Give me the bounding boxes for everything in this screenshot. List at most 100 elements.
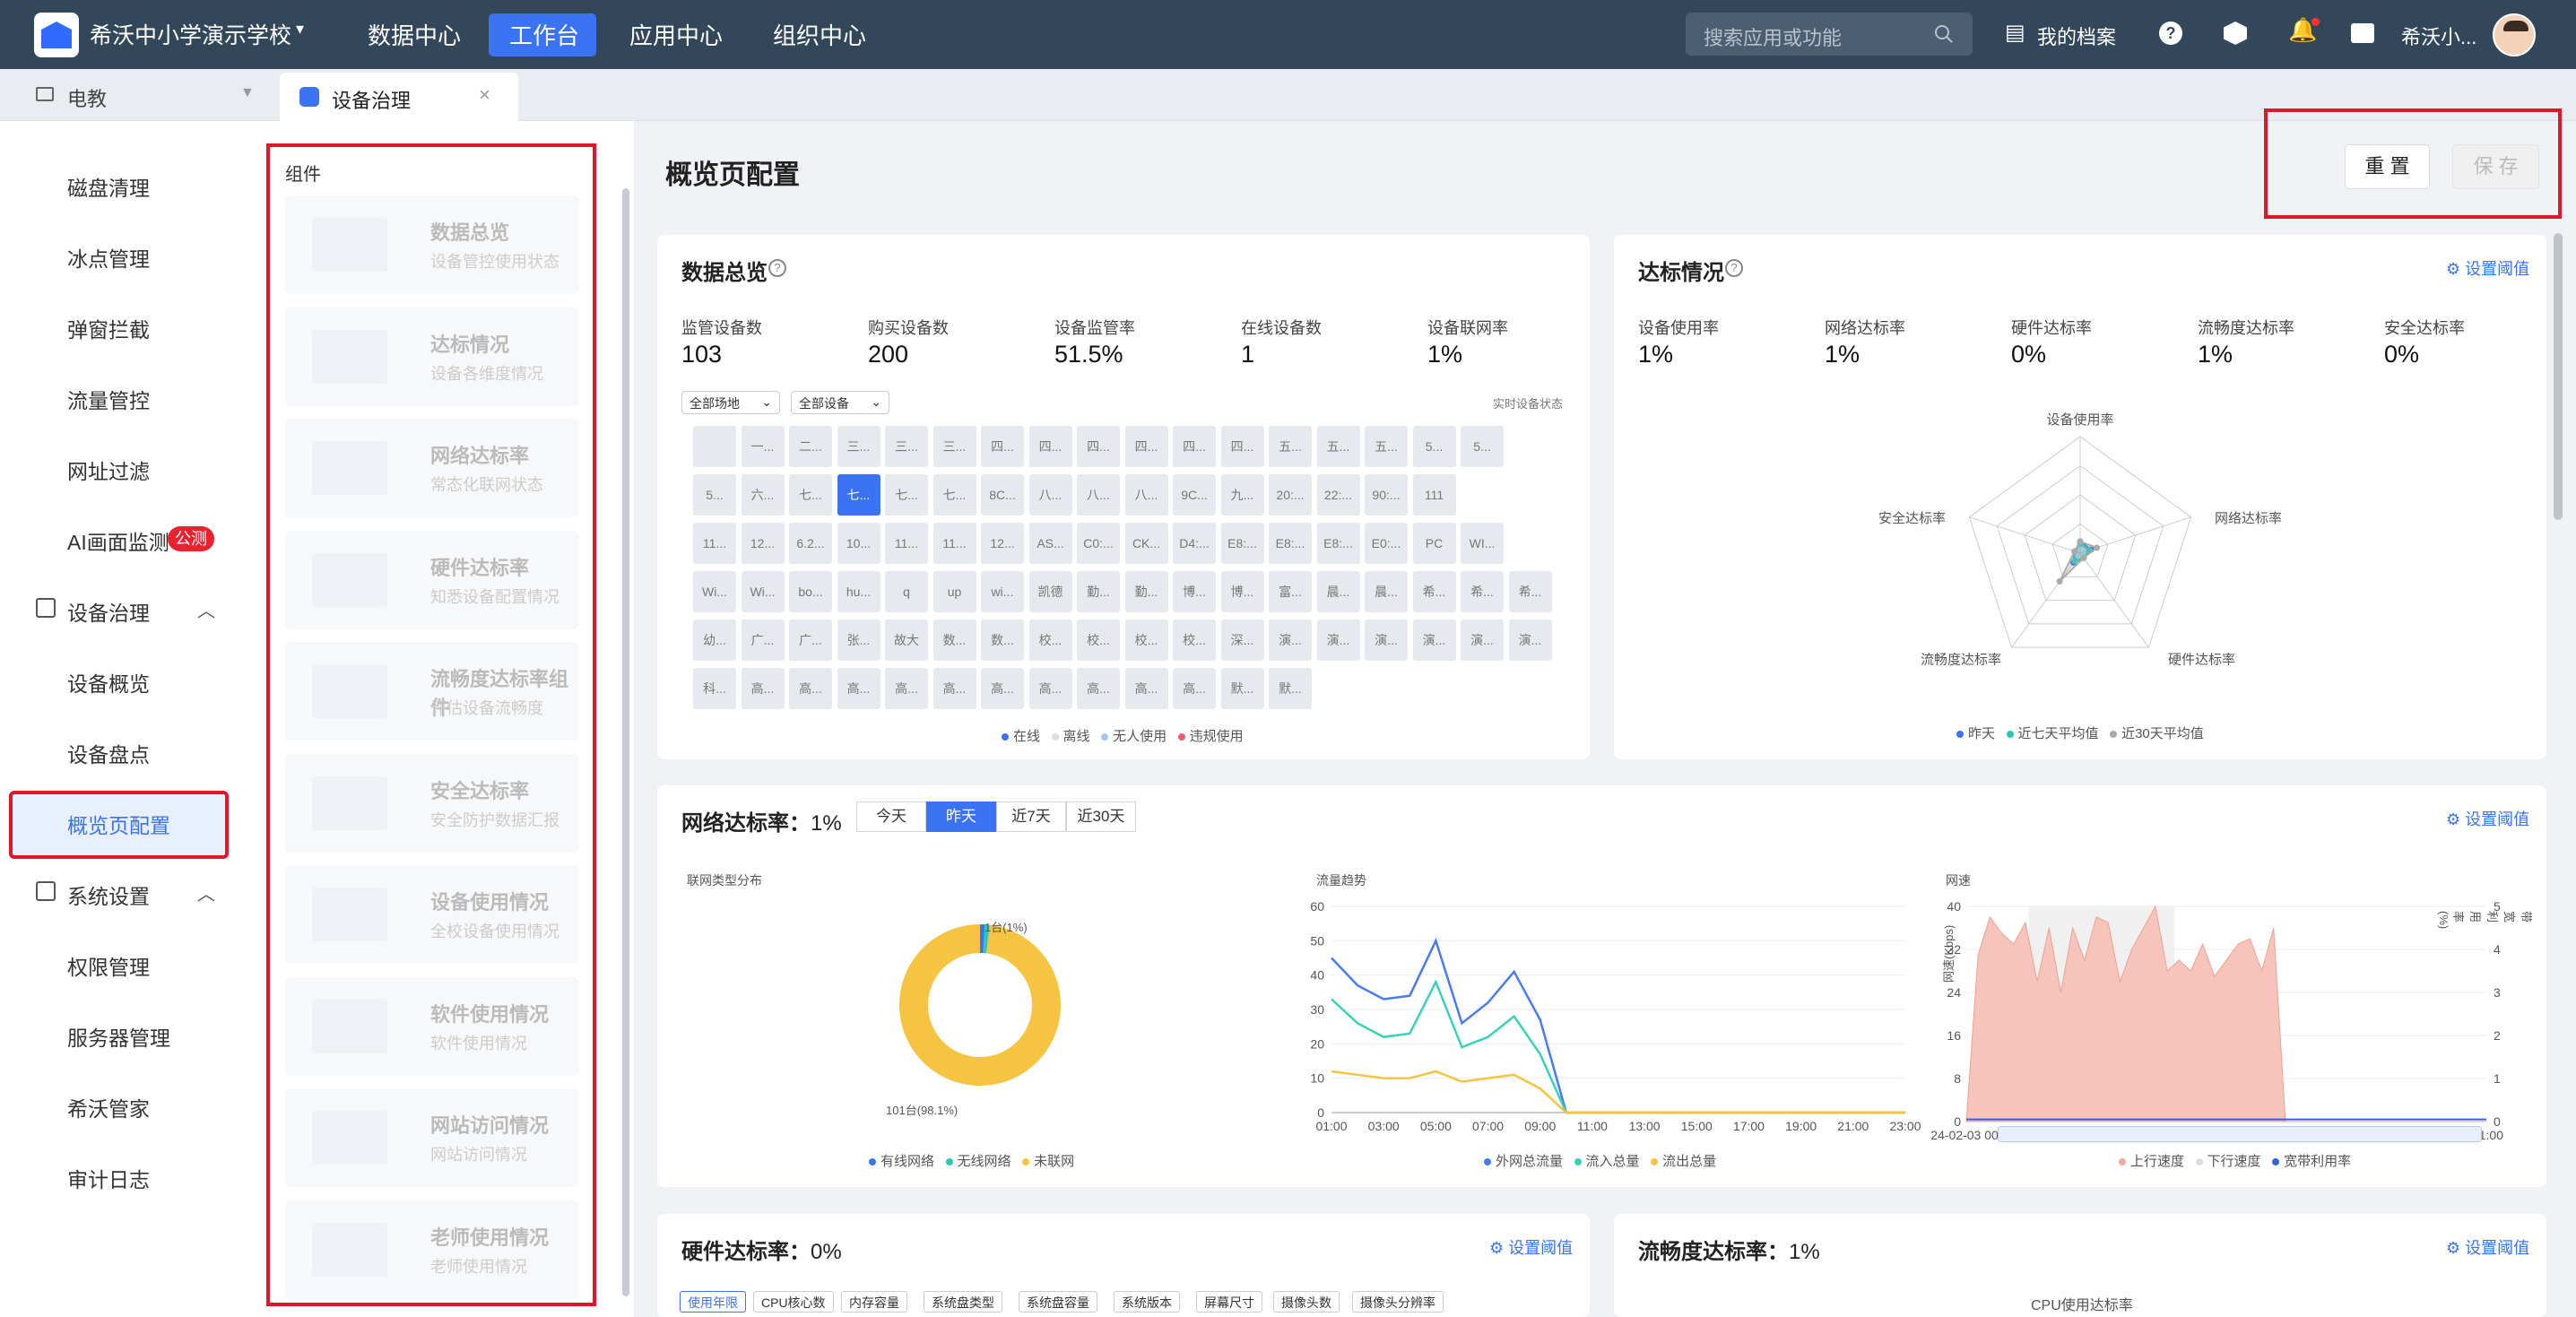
component-card[interactable]: 软件使用情况 软件使用情况 [285, 976, 579, 1076]
device-cell[interactable]: up [932, 571, 976, 612]
search-input[interactable]: 搜索应用或功能 [1686, 13, 1973, 56]
sidebar-item-disk-clean[interactable]: 磁盘清理 [0, 157, 249, 211]
hardware-tab[interactable]: 使用年限 [680, 1291, 746, 1313]
device-cell[interactable]: 一... [741, 426, 785, 467]
set-threshold-link[interactable]: ⚙ 设置阈值 [2446, 1235, 2529, 1259]
device-cell[interactable]: 三... [885, 426, 928, 467]
device-cell[interactable]: 广... [741, 620, 785, 661]
device-cell[interactable]: 10... [837, 523, 880, 564]
device-cell[interactable]: 20:... [1269, 474, 1312, 516]
device-cell[interactable]: AS... [1028, 523, 1072, 564]
range-tab[interactable]: 今天 [856, 801, 926, 832]
sidebar-item-traffic[interactable]: 流量管控 [0, 369, 249, 423]
device-cell[interactable]: 故大 [885, 620, 928, 661]
device-cell[interactable]: 90:... [1365, 474, 1408, 516]
nav-app-center[interactable]: 应用中心 [629, 18, 723, 51]
device-cell[interactable]: 希... [1412, 571, 1456, 612]
sidebar-item-ai-monitor[interactable]: AI画面监测 公测 [0, 511, 249, 565]
device-cell[interactable]: 富... [1269, 571, 1312, 612]
range-tab[interactable]: 昨天 [926, 801, 996, 832]
device-cell[interactable]: 高... [837, 668, 880, 709]
device-cell[interactable]: C0:... [1077, 523, 1120, 564]
device-cell[interactable]: 三... [837, 426, 880, 467]
device-cell[interactable]: 11... [885, 523, 928, 564]
device-cell[interactable]: 六... [741, 474, 785, 516]
device-cell[interactable]: 5... [1412, 426, 1456, 467]
caret-down-icon[interactable]: ▾ [296, 20, 304, 39]
hardware-tab[interactable]: 摄像头分辨率 [1352, 1291, 1444, 1313]
main-scrollbar[interactable] [2554, 233, 2563, 520]
help-icon[interactable]: ? [768, 259, 786, 277]
sidebar-item-popup-block[interactable]: 弹窗拦截 [0, 299, 249, 352]
message-icon[interactable] [2351, 23, 2374, 43]
sidebar-item-permission[interactable]: 权限管理 [0, 936, 249, 990]
device-cell[interactable]: 高... [885, 668, 928, 709]
device-cell[interactable]: PC [1412, 523, 1456, 564]
device-cell[interactable]: 希... [1508, 571, 1552, 612]
device-cell[interactable]: D4:... [1173, 523, 1216, 564]
hardware-tab[interactable]: 屏幕尺寸 [1196, 1291, 1262, 1313]
sidebar-item-server[interactable]: 服务器管理 [0, 1007, 249, 1061]
sidebar-item-audit-log[interactable]: 审计日志 [0, 1148, 249, 1202]
user-name[interactable]: 希沃小... [2401, 22, 2476, 50]
device-cell[interactable]: 八... [1028, 474, 1072, 516]
device-cell[interactable]: 校... [1077, 620, 1120, 661]
device-cell[interactable]: hu... [837, 571, 880, 612]
school-name[interactable]: 希沃中小学演示学校 [90, 18, 291, 50]
device-cell[interactable]: 校... [1028, 620, 1072, 661]
device-cell[interactable]: 高... [1124, 668, 1168, 709]
device-cell[interactable]: 五... [1269, 426, 1312, 467]
device-cell[interactable]: 七... [789, 474, 832, 516]
file-icon[interactable]: ▤ [2005, 20, 2025, 46]
device-cell[interactable]: 博... [1220, 571, 1264, 612]
device-cell[interactable]: WI... [1461, 523, 1504, 564]
device-cell[interactable]: 五... [1316, 426, 1360, 467]
device-cell[interactable]: 11... [932, 523, 976, 564]
tab-dianjiao[interactable]: 电教 ▼ [0, 69, 269, 121]
hardware-tab[interactable]: 内存容量 [841, 1291, 907, 1313]
set-threshold-link[interactable]: ⚙ 设置阈值 [1489, 1235, 1573, 1259]
component-card[interactable]: 安全达标率 安全防护数据汇报 [285, 753, 579, 853]
component-card[interactable]: 数据总览 设备管控使用状态 [285, 195, 579, 294]
hardware-tab[interactable]: 摄像头数 [1273, 1291, 1340, 1313]
device-cell[interactable]: 晨... [1316, 571, 1360, 612]
my-file-link[interactable]: 我的档案 [2037, 22, 2116, 50]
device-cell[interactable]: 校... [1173, 620, 1216, 661]
device-cell[interactable]: 凯德 [1028, 571, 1072, 612]
device-cell[interactable]: 高... [1028, 668, 1072, 709]
device-cell[interactable]: 22:... [1316, 474, 1360, 516]
device-cell[interactable]: 幼... [693, 620, 736, 661]
sidebar-item-overview-config[interactable]: 概览页配置 [9, 791, 229, 859]
device-select[interactable]: 全部设备 ⌄ [791, 391, 889, 414]
avatar[interactable] [2493, 13, 2536, 56]
device-cell[interactable]: 高... [741, 668, 785, 709]
device-cell[interactable]: 张... [837, 620, 880, 661]
device-cell[interactable]: 演... [1269, 620, 1312, 661]
device-cell[interactable]: CK... [1124, 523, 1168, 564]
device-cell[interactable]: wi... [981, 571, 1024, 612]
device-cell[interactable]: 高... [932, 668, 976, 709]
device-cell[interactable]: 广... [789, 620, 832, 661]
component-card[interactable]: 达标情况 设备各维度情况 [285, 307, 579, 406]
device-cell[interactable]: 5... [693, 474, 736, 516]
device-cell[interactable]: 七... [885, 474, 928, 516]
device-cell[interactable]: 高... [1077, 668, 1120, 709]
set-threshold-link[interactable]: ⚙ 设置阈值 [2446, 256, 2529, 280]
device-cell[interactable]: 8C... [981, 474, 1024, 516]
hardware-tab[interactable]: 系统盘容量 [1019, 1291, 1097, 1313]
device-cell[interactable]: 9C... [1173, 474, 1216, 516]
device-cell[interactable]: 数... [981, 620, 1024, 661]
device-cell[interactable]: 默... [1220, 668, 1264, 709]
device-cell[interactable]: 四... [1124, 426, 1168, 467]
device-cell[interactable]: 七... [932, 474, 976, 516]
zoom-slider[interactable] [1998, 1126, 2482, 1142]
save-button[interactable]: 保 存 [2452, 144, 2539, 189]
device-cell[interactable]: 科... [693, 668, 736, 709]
device-cell[interactable]: 6.2... [789, 523, 832, 564]
device-cell[interactable]: 演... [1365, 620, 1408, 661]
device-cell[interactable]: 演... [1316, 620, 1360, 661]
device-cell[interactable]: 五... [1365, 426, 1408, 467]
device-cell[interactable]: 四... [1220, 426, 1264, 467]
device-cell[interactable]: 勤... [1124, 571, 1168, 612]
set-threshold-link[interactable]: ⚙ 设置阈值 [2446, 807, 2529, 830]
